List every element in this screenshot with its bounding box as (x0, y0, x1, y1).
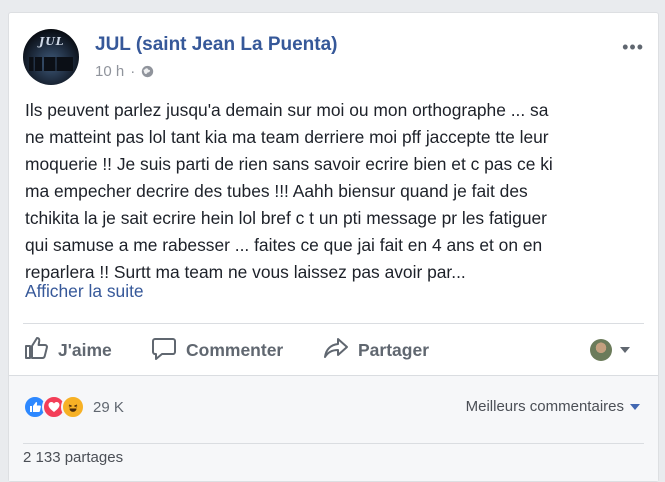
share-icon (323, 335, 349, 366)
avatar-skyline (29, 57, 73, 71)
post-body: Ils peuvent parlez jusqu'a demain sur mo… (25, 97, 650, 286)
comments-sort-dropdown[interactable]: Meilleurs commentaires (466, 398, 640, 415)
post-text-line: qui samuse a me rabesser ... faites ce q… (25, 235, 543, 255)
like-label: J'aime (58, 340, 112, 360)
post-header: JUL JUL (saint Jean La Puenta) 10 h · ••… (23, 27, 644, 87)
post-text-line: ma empecher decrire des tubes !!! Aahh b… (25, 181, 528, 201)
divider (23, 443, 644, 444)
more-options-icon[interactable]: ••• (622, 37, 644, 58)
chevron-down-icon (620, 347, 630, 353)
posting-as-selector[interactable] (590, 339, 630, 361)
page-name-link[interactable]: JUL (saint Jean La Puenta) (95, 34, 338, 56)
post-text-line: tchikita la je sait ecrire hein lol bref… (25, 208, 547, 228)
post-text-line: moquerie !! Je suis parti de rien sans s… (25, 154, 553, 174)
see-more-link[interactable]: Afficher la suite (25, 281, 144, 302)
post-card: JUL JUL (saint Jean La Puenta) 10 h · ••… (8, 12, 659, 482)
post-meta: 10 h · (95, 63, 154, 80)
sort-label: Meilleurs commentaires (465, 398, 624, 415)
divider (23, 323, 644, 324)
post-text-line: ne matteint pas lol tant kia ma team der… (25, 127, 549, 147)
shares-count-link[interactable]: 2 133 partages (23, 449, 123, 466)
comment-icon (151, 335, 177, 366)
share-button[interactable]: Partager (323, 335, 429, 366)
avatar-logo: JUL (39, 35, 65, 48)
page-avatar[interactable]: JUL (23, 29, 79, 85)
reactions-count: 29 K (93, 398, 124, 416)
meta-separator: · (130, 63, 136, 80)
share-label: Partager (358, 340, 430, 360)
haha-reaction-icon (61, 395, 85, 419)
user-avatar (590, 339, 612, 361)
action-bar: J'aime Commenter Partager (23, 331, 644, 367)
post-text-line: Ils peuvent parlez jusqu'a demain sur mo… (25, 100, 549, 120)
like-button[interactable]: J'aime (23, 335, 112, 366)
like-icon (23, 335, 49, 366)
post-timestamp[interactable]: 10 h (95, 63, 124, 80)
chevron-down-icon (630, 403, 640, 410)
reactions-summary[interactable]: 29 K (23, 395, 124, 419)
globe-icon[interactable] (141, 65, 154, 78)
comment-button[interactable]: Commenter (151, 335, 283, 366)
comment-label: Commenter (186, 340, 284, 360)
